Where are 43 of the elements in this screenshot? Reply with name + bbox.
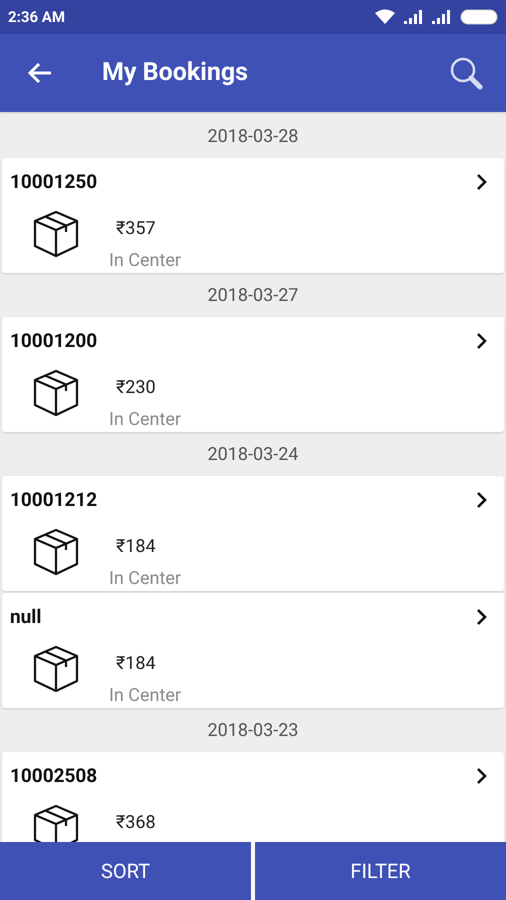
page-title: My Bookings — [102, 57, 248, 90]
booking-status: In Center — [109, 684, 182, 708]
wifi-icon — [374, 9, 396, 25]
booking-price: ₹357 — [116, 216, 157, 240]
package-box-icon — [31, 802, 81, 842]
filter-button[interactable]: FILTER — [255, 842, 506, 900]
booking-price: ₹368 — [116, 810, 156, 834]
back-arrow-icon — [27, 62, 53, 84]
booking-id: 10001250 — [10, 169, 98, 195]
sort-button[interactable]: SORT — [0, 842, 251, 900]
booking-card[interactable]: null ₹184 In Center — [2, 593, 504, 708]
booking-status: In Center — [109, 248, 182, 272]
package-box-icon — [31, 526, 81, 576]
booking-id: 10001212 — [10, 487, 98, 513]
chevron-right-icon — [476, 608, 488, 626]
booking-id: null — [10, 604, 42, 630]
signal-icon — [404, 10, 424, 24]
booking-card[interactable]: 10001212 ₹184 In Center — [2, 476, 504, 591]
chevron-right-icon — [476, 491, 488, 510]
package-box-icon — [31, 644, 81, 694]
package-box-icon — [31, 368, 81, 418]
battery-icon — [460, 9, 498, 25]
booking-status: In Center — [109, 566, 182, 590]
date-header: 2018-03-28 — [208, 124, 298, 148]
booking-status: In Center — [109, 408, 182, 432]
booking-card[interactable]: 10001250 ₹357 In Center — [2, 158, 504, 273]
booking-price: ₹230 — [116, 376, 157, 400]
booking-price: ₹184 — [116, 534, 157, 558]
chevron-right-icon — [476, 173, 488, 192]
search-icon — [449, 56, 483, 90]
booking-card[interactable]: 10002508 ₹368 — [2, 752, 504, 842]
chevron-right-icon — [476, 767, 488, 786]
date-header: 2018-03-23 — [208, 718, 298, 742]
chevron-right-icon — [476, 332, 488, 350]
date-header: 2018-03-27 — [208, 284, 298, 308]
date-header: 2018-03-24 — [208, 442, 298, 466]
signal-icon — [432, 10, 452, 24]
booking-id: 10001200 — [10, 328, 98, 354]
booking-price: ₹184 — [116, 652, 157, 676]
booking-card[interactable]: 10001200 ₹230 In Center — [2, 317, 504, 432]
booking-id: 10002508 — [10, 763, 98, 789]
package-box-icon — [31, 208, 81, 258]
status-time: 2:36 AM — [8, 6, 65, 28]
